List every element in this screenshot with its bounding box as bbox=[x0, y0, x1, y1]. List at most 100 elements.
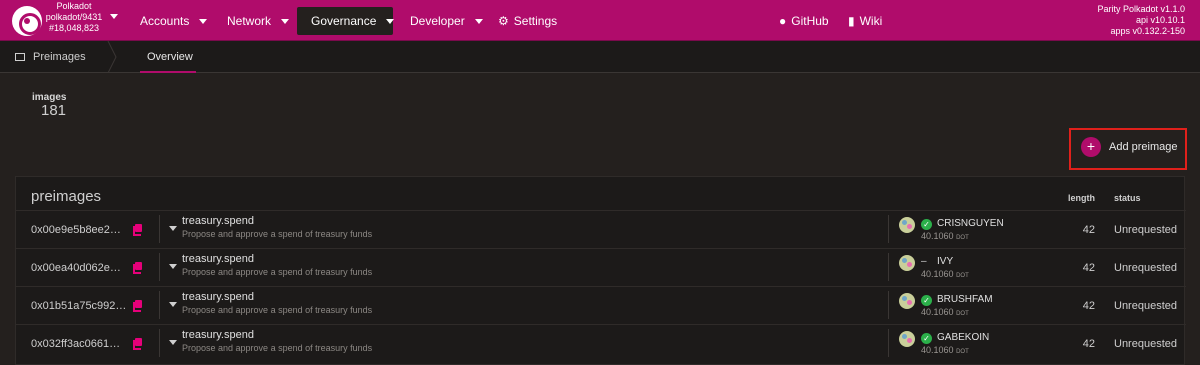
proposer-name[interactable]: GABEKOIN bbox=[937, 332, 989, 343]
deposit-balance: 40.1060 DOT bbox=[921, 345, 969, 355]
identicon-avatar[interactable] bbox=[899, 331, 915, 347]
proposer-name[interactable]: IVY bbox=[937, 256, 953, 267]
unverified-identity-icon: – bbox=[921, 256, 927, 267]
deposit-balance: 40.1060 DOT bbox=[921, 231, 969, 241]
top-nav-bar: Polkadot polkadot/9431 #18,048,823 Accou… bbox=[0, 0, 1200, 41]
nav-governance-label: Governance bbox=[311, 14, 377, 28]
table-row: 0x01b51a75c992… treasury.spend Propose a… bbox=[16, 286, 1186, 323]
breadcrumb-separator bbox=[107, 41, 117, 73]
nav-wiki[interactable]: ▮ Wiki bbox=[834, 7, 896, 35]
preimage-status: Unrequested bbox=[1114, 224, 1177, 236]
deposit-unit: DOT bbox=[956, 311, 969, 317]
api-version: api v10.10.1 bbox=[1135, 15, 1185, 25]
chain-block: #18,048,823 bbox=[48, 23, 100, 33]
table-title: preimages bbox=[31, 188, 102, 205]
call-name: treasury.spend bbox=[182, 291, 254, 303]
preimages-table: preimages length status 0x00e9e5b8ee2… t… bbox=[15, 176, 1186, 365]
call-description: Propose and approve a spend of treasury … bbox=[182, 305, 373, 315]
nav-accounts[interactable]: Accounts bbox=[126, 7, 221, 35]
nav-network[interactable]: Network bbox=[213, 7, 303, 35]
section-title: Preimages bbox=[15, 51, 86, 63]
nav-accounts-label: Accounts bbox=[140, 14, 190, 28]
call-name: treasury.spend bbox=[182, 253, 254, 265]
nav-developer-label: Developer bbox=[410, 14, 465, 28]
preimage-hash: 0x00e9e5b8ee2… bbox=[31, 224, 121, 236]
section-title-label: Preimages bbox=[33, 51, 86, 63]
apps-version: apps v0.132.2-150 bbox=[1110, 26, 1185, 36]
expand-chevron-icon[interactable] bbox=[169, 226, 177, 231]
table-row: 0x00e9e5b8ee2… treasury.spend Propose an… bbox=[16, 210, 1186, 247]
divider bbox=[159, 291, 160, 319]
copy-icon[interactable] bbox=[133, 338, 142, 350]
divider bbox=[159, 215, 160, 243]
divider bbox=[159, 329, 160, 357]
chevron-down-icon bbox=[474, 18, 483, 24]
preimage-status: Unrequested bbox=[1114, 300, 1177, 312]
chain-info[interactable]: Polkadot polkadot/9431 #18,048,823 bbox=[38, 1, 110, 34]
identicon-avatar[interactable] bbox=[899, 255, 915, 271]
identicon-avatar[interactable] bbox=[899, 293, 915, 309]
deposit-unit: DOT bbox=[956, 349, 969, 355]
highlight-box bbox=[1069, 128, 1187, 170]
preimage-hash: 0x032ff3ac0661… bbox=[31, 338, 121, 350]
divider bbox=[888, 329, 889, 357]
deposit-amount: 40.1060 bbox=[921, 269, 954, 279]
chevron-down-icon bbox=[386, 18, 395, 24]
tab-overview[interactable]: Overview bbox=[147, 51, 193, 63]
verified-check-icon: ✓ bbox=[921, 295, 932, 306]
copy-icon[interactable] bbox=[133, 262, 142, 274]
nav-github[interactable]: ● GitHub bbox=[765, 7, 843, 35]
nav-settings-label: Settings bbox=[513, 14, 558, 28]
deposit-unit: DOT bbox=[956, 235, 969, 241]
proposer-name[interactable]: BRUSHFAM bbox=[937, 294, 993, 305]
preimage-hash: 0x01b51a75c992… bbox=[31, 300, 127, 312]
nav-governance[interactable]: Governance bbox=[297, 7, 395, 35]
call-description: Propose and approve a spend of treasury … bbox=[182, 267, 373, 277]
preimage-status: Unrequested bbox=[1114, 262, 1177, 274]
gear-icon: ⚙ bbox=[498, 14, 509, 28]
image-icon bbox=[15, 53, 25, 61]
preimage-hash: 0x00ea40d062e… bbox=[31, 262, 121, 274]
version-info: Parity Polkadot v1.1.0 api v10.10.1 apps… bbox=[1097, 4, 1185, 37]
expand-chevron-icon[interactable] bbox=[169, 264, 177, 269]
call-name: treasury.spend bbox=[182, 329, 254, 341]
copy-icon[interactable] bbox=[133, 224, 142, 236]
preimage-status: Unrequested bbox=[1114, 338, 1177, 350]
divider bbox=[888, 215, 889, 243]
summary-value: 181 bbox=[41, 102, 67, 119]
copy-icon[interactable] bbox=[133, 300, 142, 312]
deposit-balance: 40.1060 DOT bbox=[921, 307, 969, 317]
preimage-length: 42 bbox=[1082, 338, 1095, 350]
divider bbox=[159, 253, 160, 281]
expand-chevron-icon[interactable] bbox=[169, 302, 177, 307]
call-name: treasury.spend bbox=[182, 215, 254, 227]
verified-check-icon: ✓ bbox=[921, 219, 932, 230]
divider bbox=[888, 291, 889, 319]
nav-settings[interactable]: ⚙ Settings bbox=[484, 7, 571, 35]
deposit-amount: 40.1060 bbox=[921, 307, 954, 317]
nav-wiki-label: Wiki bbox=[859, 14, 883, 28]
sub-nav-bar: Preimages Overview bbox=[0, 41, 1200, 73]
deposit-balance: 40.1060 DOT bbox=[921, 269, 969, 279]
table-row: 0x00ea40d062e… treasury.spend Propose an… bbox=[16, 248, 1186, 285]
nav-developer[interactable]: Developer bbox=[396, 7, 497, 35]
call-description: Propose and approve a spend of treasury … bbox=[182, 229, 373, 239]
nav-network-label: Network bbox=[227, 14, 272, 28]
divider bbox=[888, 253, 889, 281]
chain-name: Polkadot bbox=[56, 1, 92, 11]
preimage-length: 42 bbox=[1082, 224, 1095, 236]
chevron-down-icon[interactable] bbox=[110, 14, 118, 19]
github-icon: ● bbox=[779, 14, 787, 28]
node-version: Parity Polkadot v1.1.0 bbox=[1097, 4, 1185, 14]
column-header-status: status bbox=[1114, 193, 1141, 203]
deposit-unit: DOT bbox=[956, 273, 969, 279]
deposit-amount: 40.1060 bbox=[921, 231, 954, 241]
proposer-name[interactable]: CRISNGUYEN bbox=[937, 218, 1004, 229]
expand-chevron-icon[interactable] bbox=[169, 340, 177, 345]
preimage-length: 42 bbox=[1082, 262, 1095, 274]
identicon-avatar[interactable] bbox=[899, 217, 915, 233]
book-icon: ▮ bbox=[848, 14, 855, 28]
nav-github-label: GitHub bbox=[791, 14, 829, 28]
deposit-amount: 40.1060 bbox=[921, 345, 954, 355]
preimage-length: 42 bbox=[1082, 300, 1095, 312]
